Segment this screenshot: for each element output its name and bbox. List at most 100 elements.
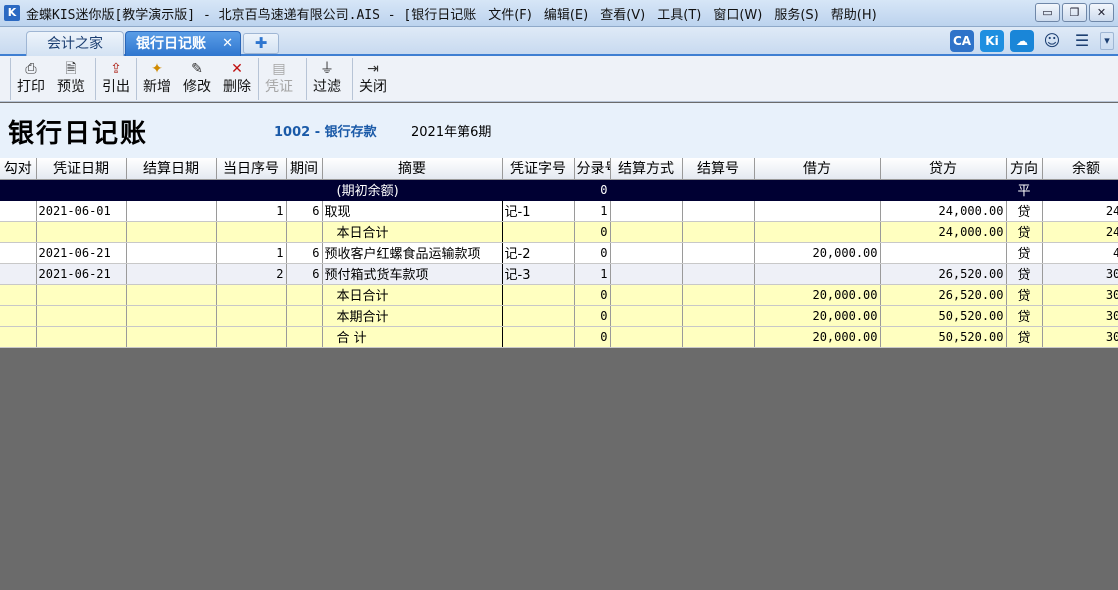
kis-icon[interactable]: Ki [980,30,1004,52]
delete-button[interactable]: ✕ 删除 [217,58,257,100]
voucher-button[interactable]: ▤ 凭证 [259,58,299,100]
cell-check [0,305,37,327]
cell-entry-no: 1 [574,263,611,285]
dropdown-icon[interactable]: ▾ [1100,32,1114,50]
cell-debit [754,221,881,243]
title-bar: K 金蝶KIS迷你版[教学演示版] - 北京百鸟速递有限公司.AIS - [银行… [0,0,1118,27]
menu-file[interactable]: 文件(F) [482,4,538,23]
cell-entry-no: 0 [574,179,611,201]
cell-entry-no: 0 [574,242,611,264]
tab-bank-journal[interactable]: 银行日记账 ✕ [125,31,241,56]
cloud-icon[interactable]: ☁ [1010,30,1034,52]
app-logo-icon: K [4,5,20,21]
column-header-entry-no[interactable]: 分录号 [574,158,611,180]
cell-direction: 贷 [1006,284,1043,306]
cell-settle-no [682,221,755,243]
toolbar-group-voucher: ▤ 凭证 [258,58,299,100]
tab-close-icon[interactable]: ✕ [222,32,233,56]
edit-button[interactable]: ✎ 修改 [177,58,217,100]
restore-button[interactable]: ❐ [1062,3,1087,22]
close-button[interactable]: ⇥ 关闭 [353,58,393,100]
cell-voucher-date [36,221,127,243]
cell-voucher-date: 2021-06-21 [36,263,127,285]
link-icon[interactable]: CA [950,30,974,52]
table-row[interactable]: 2021-06-21 26预付箱式货车款项记-31 26,520.00贷30, [0,263,1118,285]
cell-credit [880,179,1007,201]
add-tab-icon[interactable]: ✚ [243,33,279,54]
cell-credit: 26,520.00 [880,284,1007,306]
column-header-check[interactable]: 勾对 [0,158,37,180]
menu-view[interactable]: 查看(V) [594,4,651,23]
cell-settle-method [610,326,683,348]
column-header-debit[interactable]: 借方 [754,158,881,180]
table-row[interactable]: 本期合计 0 20,000.0050,520.00贷30, [0,305,1118,327]
column-header-voucher-date[interactable]: 凭证日期 [36,158,127,180]
cell-check [0,200,37,222]
column-header-settle-method[interactable]: 结算方式 [610,158,683,180]
cell-debit: 20,000.00 [754,326,881,348]
menu-edit[interactable]: 编辑(E) [538,4,594,23]
filter-button[interactable]: ⏚ 过滤 [307,58,347,100]
cell-balance: 24, [1042,200,1118,222]
column-header-settle-no[interactable]: 结算号 [682,158,755,180]
cell-settle-method [610,179,683,201]
top-icon-group: CA Ki ☁ ☺ ☰ ▾ [950,30,1114,52]
smiley-icon[interactable]: ☺ [1040,30,1064,52]
cell-voucher-no [502,179,575,201]
export-button[interactable]: ⇪ 引出 [96,58,136,100]
cell-settle-date [126,221,217,243]
toolbar: ⎙ 打印 🗎 预览 ⇪ 引出 ✦ 新增 ✎ 修改 ✕ 删除 ▤ 凭证 ⏚ 过滤 … [0,56,1118,102]
column-header-summary[interactable]: 摘要 [322,158,503,180]
cell-settle-method [610,263,683,285]
column-header-period[interactable]: 期间 [286,158,323,180]
cell-entry-no: 0 [574,284,611,306]
window-title: 金蝶KIS迷你版[教学演示版] - 北京百鸟速递有限公司.AIS - [银行日记… [26,7,477,23]
cell-credit: 24,000.00 [880,200,1007,222]
cell-balance: 30, [1042,326,1118,348]
column-header-daily-seq[interactable]: 当日序号 [216,158,287,180]
minimize-button[interactable]: ▭ [1035,3,1060,22]
toolbar-group-filter: ⏚ 过滤 [306,58,347,100]
close-window-button[interactable]: ✕ [1089,3,1114,22]
table-row[interactable]: 2021-06-21 16预收客户红螺食品运输款项记-20 20,000.00 贷4, [0,242,1118,264]
window-controls: ▭ ❐ ✕ [1035,3,1114,22]
menu-window[interactable]: 窗口(W) [707,4,768,23]
cell-voucher-no: 记-3 [502,263,575,285]
preview-button[interactable]: 🗎 预览 [51,58,91,100]
table-row[interactable]: 本日合计 0 20,000.0026,520.00贷30, [0,284,1118,306]
cell-daily-seq [216,284,287,306]
table-row[interactable]: 2021-06-0116取现记-1124,000.00贷24, [0,200,1118,222]
message-icon[interactable]: ☰ [1070,30,1094,52]
table-row[interactable]: 本日合计 0 24,000.00贷24, [0,221,1118,243]
cell-direction: 贷 [1006,200,1043,222]
cell-voucher-no: 记-1 [502,200,575,222]
column-header-direction[interactable]: 方向 [1006,158,1043,180]
cell-settle-no [682,284,755,306]
account-label: 1002 - 银行存款 [274,125,377,140]
menu-service[interactable]: 服务(S) [768,4,824,23]
cell-check [0,326,37,348]
cell-voucher-no [502,305,575,327]
cell-direction: 平 [1006,179,1043,201]
column-header-settle-date[interactable]: 结算日期 [126,158,217,180]
cell-daily-seq [216,179,287,201]
cell-summary: 本日合计 [322,221,503,243]
table-row[interactable]: 合 计 0 20,000.0050,520.00贷30, [0,326,1118,348]
column-header-balance[interactable]: 余额 [1042,158,1118,180]
cell-voucher-no [502,284,575,306]
column-header-voucher-no[interactable]: 凭证字号 [502,158,575,180]
print-button[interactable]: ⎙ 打印 [11,58,51,100]
menu-help[interactable]: 帮助(H) [825,4,883,23]
add-button[interactable]: ✦ 新增 [137,58,177,100]
table-row[interactable]: (期初余额) 0 平 [0,179,1118,201]
journal-grid[interactable]: 勾对凭证日期结算日期当日序号期间摘要凭证字号分录号结算方式结算号借方贷方方向余额… [0,158,1118,348]
column-header-credit[interactable]: 贷方 [880,158,1007,180]
cell-voucher-date [36,305,127,327]
preview-icon: 🗎 [65,61,77,77]
tab-accounting-home[interactable]: 会计之家 [26,31,124,56]
cell-settle-date [126,263,217,285]
menu-tools[interactable]: 工具(T) [651,4,707,23]
cell-debit [754,200,881,222]
cell-check [0,179,37,201]
cell-period [286,284,323,306]
